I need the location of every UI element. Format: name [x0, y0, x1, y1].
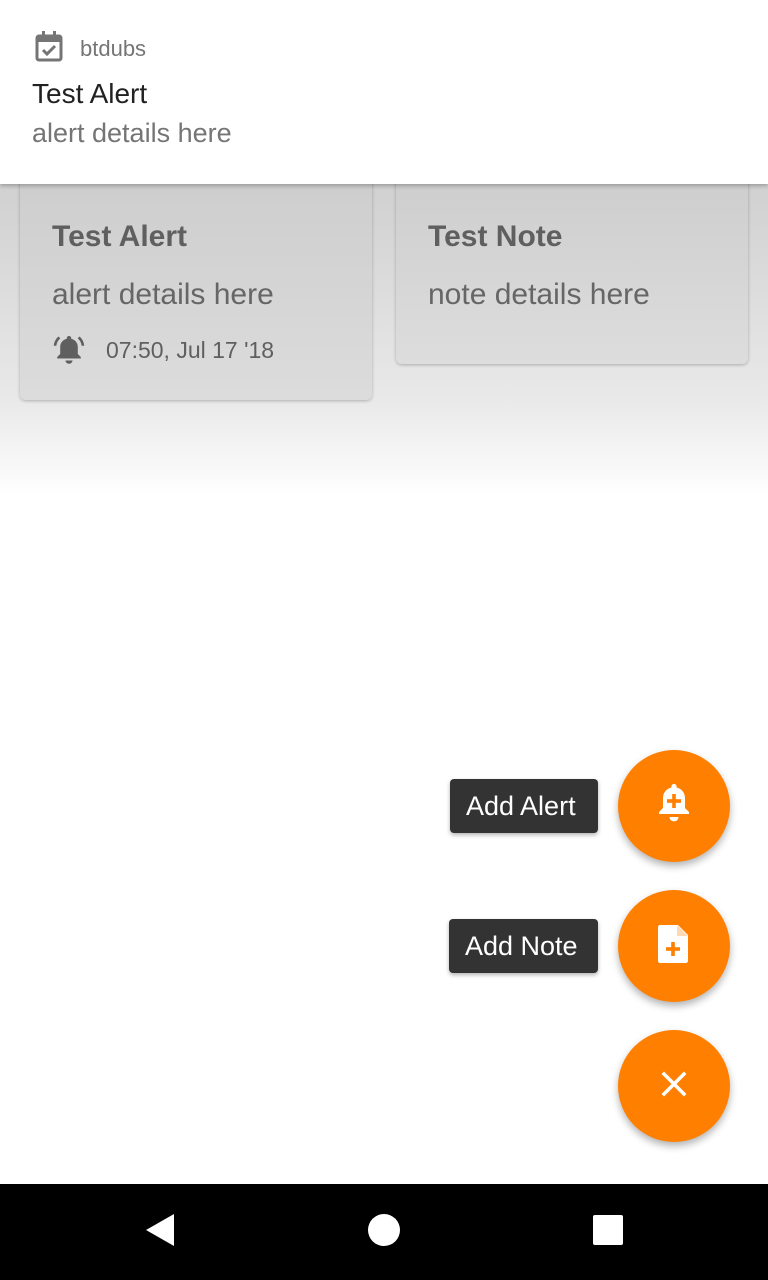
nav-back-button[interactable] [112, 1184, 208, 1280]
alert-card-title: Test Alert [52, 220, 188, 253]
home-icon [367, 1213, 401, 1252]
alert-card-time: 07:50, Jul 17 '18 [106, 337, 275, 363]
add-alert-button[interactable] [618, 750, 730, 862]
alert-card-details: alert details here [52, 278, 274, 311]
back-icon [143, 1212, 177, 1253]
note-card-title: Test Note [428, 220, 563, 253]
heads-up-notification[interactable]: btdubs Test Alert alert details here [0, 0, 768, 184]
note-card-details: note details here [428, 278, 650, 311]
notification-app-name: btdubs [80, 35, 147, 61]
alert-time-row: 07:50, Jul 17 '18 [52, 332, 274, 369]
alarm-icon [52, 332, 86, 369]
note-add-icon [656, 923, 692, 970]
close-icon [660, 1070, 688, 1103]
add-note-button[interactable] [618, 890, 730, 1002]
system-navigation-bar [0, 1184, 768, 1280]
add-note-label[interactable]: Add Note [449, 919, 598, 973]
add-alert-label[interactable]: Add Alert [450, 779, 598, 833]
notification-title: Test Alert [32, 78, 148, 109]
alert-card[interactable]: Test Alert alert details here 07:50, Jul… [20, 170, 372, 400]
calendar-check-icon [34, 30, 64, 67]
close-fab-menu-button[interactable] [618, 1030, 730, 1142]
notification-text: alert details here [32, 118, 232, 148]
add-alert-icon [654, 782, 694, 831]
recents-icon [592, 1214, 624, 1251]
nav-home-button[interactable] [336, 1184, 432, 1280]
note-card[interactable]: Test Note note details here [396, 170, 748, 364]
notification-header: btdubs [34, 30, 146, 67]
nav-recents-button[interactable] [560, 1184, 656, 1280]
